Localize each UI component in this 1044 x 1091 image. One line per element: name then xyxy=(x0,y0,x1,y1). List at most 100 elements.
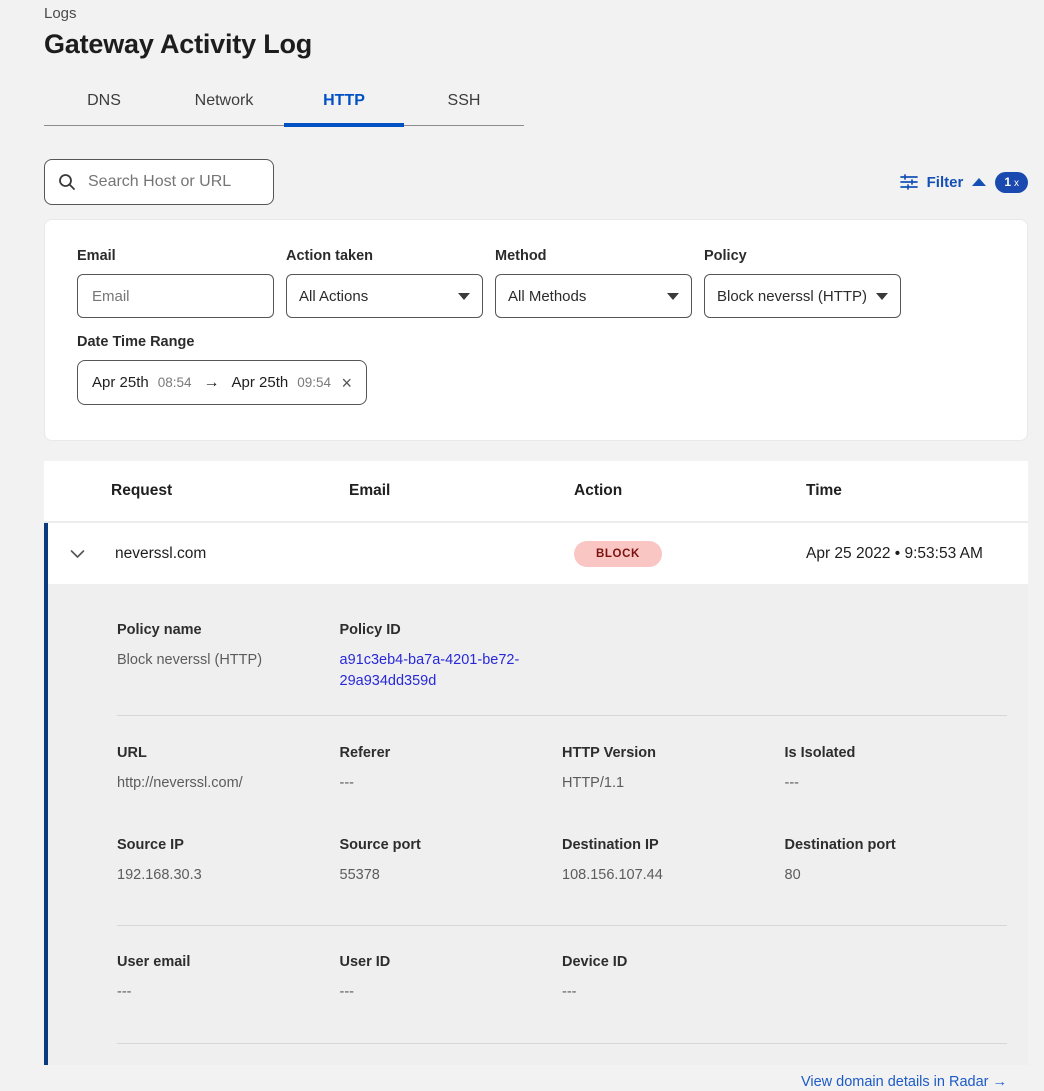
is-isolated-item: Is Isolated --- xyxy=(785,745,1008,794)
tab-network[interactable]: Network xyxy=(164,81,284,125)
user-id-value: --- xyxy=(340,982,563,1003)
section-divider xyxy=(117,925,1007,926)
row-details-panel: Policy name Block neverssl (HTTP) Policy… xyxy=(44,584,1028,1065)
chevron-down-icon xyxy=(876,293,888,300)
method-value: All Methods xyxy=(508,288,586,305)
request-section-row2: Source IP 192.168.30.3 Source port 55378… xyxy=(117,837,1007,886)
http-version-item: HTTP Version HTTP/1.1 xyxy=(562,745,785,794)
email-filter-label: Email xyxy=(77,248,274,264)
row-action: BLOCK xyxy=(574,541,806,567)
policy-label: Policy xyxy=(704,248,901,264)
chevron-down-icon xyxy=(458,293,470,300)
tab-dns[interactable]: DNS xyxy=(44,81,164,125)
page-title: Gateway Activity Log xyxy=(44,29,1028,60)
filter-toggle-button[interactable]: Filter xyxy=(927,174,964,191)
column-header-action: Action xyxy=(574,482,806,500)
date-range-label: Date Time Range xyxy=(77,334,274,350)
action-taken-field: Action taken All Actions xyxy=(286,248,483,318)
breadcrumb[interactable]: Logs xyxy=(44,0,1028,22)
filter-clear-x-icon[interactable]: x xyxy=(1014,178,1019,189)
method-label: Method xyxy=(495,248,692,264)
policy-field: Policy Block neverssl (HTTP) xyxy=(704,248,901,318)
policy-section: Policy name Block neverssl (HTTP) Policy… xyxy=(117,622,1007,692)
search-box[interactable] xyxy=(44,159,274,205)
policy-name-label: Policy name xyxy=(117,622,340,638)
filter-controls: Filter 1x xyxy=(900,172,1028,193)
row-expander[interactable] xyxy=(70,549,111,559)
date-range-picker[interactable]: Apr 25th 08:54 → Apr 25th 09:54 × xyxy=(77,360,367,405)
action-taken-select[interactable]: All Actions xyxy=(286,274,483,318)
policy-id-item: Policy ID a91c3eb4-ba7a-4201-be72-29a934… xyxy=(340,622,563,692)
radar-link[interactable]: View domain details in Radar → xyxy=(801,1074,1007,1090)
user-email-label: User email xyxy=(117,954,340,970)
destination-ip-value: 108.156.107.44 xyxy=(562,865,785,886)
page-content: Logs Gateway Activity Log DNS Network HT… xyxy=(44,0,1028,1065)
filter-panel: Email Action taken All Actions Method Al… xyxy=(44,219,1028,441)
destination-port-item: Destination port 80 xyxy=(785,837,1008,886)
user-email-value: --- xyxy=(117,982,340,1003)
section-divider xyxy=(117,715,1007,716)
destination-port-label: Destination port xyxy=(785,837,1008,853)
search-filter-row: Filter 1x xyxy=(44,159,1028,205)
destination-ip-item: Destination IP 108.156.107.44 xyxy=(562,837,785,886)
email-filter-field: Email xyxy=(77,248,274,318)
filter-count-badge[interactable]: 1x xyxy=(995,172,1028,193)
http-version-label: HTTP Version xyxy=(562,745,785,761)
activity-log-table: Request Email Action Time neverssl.com B… xyxy=(44,461,1028,1065)
policy-id-link[interactable]: a91c3eb4-ba7a-4201-be72-29a934dd359d xyxy=(340,650,563,692)
destination-ip-label: Destination IP xyxy=(562,837,785,853)
start-time[interactable]: 08:54 xyxy=(158,375,192,390)
row-time: Apr 25 2022 • 9:53:53 AM xyxy=(806,545,1028,563)
column-header-email: Email xyxy=(349,482,574,500)
referer-item: Referer --- xyxy=(340,745,563,794)
user-id-item: User ID --- xyxy=(340,954,563,1003)
source-port-item: Source port 55378 xyxy=(340,837,563,886)
section-divider xyxy=(117,1043,1007,1044)
user-id-label: User ID xyxy=(340,954,563,970)
filter-icon xyxy=(900,174,918,190)
search-input[interactable] xyxy=(86,172,260,192)
tab-ssh[interactable]: SSH xyxy=(404,81,524,125)
filter-count: 1 xyxy=(1004,175,1011,189)
policy-value: Block neverssl (HTTP) xyxy=(717,288,867,305)
policy-select[interactable]: Block neverssl (HTTP) xyxy=(704,274,901,318)
referer-label: Referer xyxy=(340,745,563,761)
chevron-down-icon xyxy=(667,293,679,300)
source-port-value: 55378 xyxy=(340,865,563,886)
date-range-clear-icon[interactable]: × xyxy=(341,374,352,392)
method-select[interactable]: All Methods xyxy=(495,274,692,318)
start-date[interactable]: Apr 25th xyxy=(92,374,149,391)
is-isolated-value: --- xyxy=(785,773,1008,794)
device-id-label: Device ID xyxy=(562,954,785,970)
device-id-item: Device ID --- xyxy=(562,954,785,1003)
radar-link-row: View domain details in Radar → xyxy=(117,1073,1007,1091)
request-section-row1: URL http://neverssl.com/ Referer --- HTT… xyxy=(117,745,1007,794)
url-value: http://neverssl.com/ xyxy=(117,773,340,794)
is-isolated-label: Is Isolated xyxy=(785,745,1008,761)
source-ip-label: Source IP xyxy=(117,837,340,853)
table-row[interactable]: neverssl.com BLOCK Apr 25 2022 • 9:53:53… xyxy=(44,523,1028,584)
chevron-up-icon[interactable] xyxy=(972,178,986,186)
policy-name-value: Block neverssl (HTTP) xyxy=(117,650,340,671)
end-time[interactable]: 09:54 xyxy=(297,375,331,390)
user-section: User email --- User ID --- Device ID --- xyxy=(117,954,1007,1003)
referer-value: --- xyxy=(340,773,563,794)
tab-http[interactable]: HTTP xyxy=(284,81,404,125)
device-id-value: --- xyxy=(562,982,785,1003)
url-label: URL xyxy=(117,745,340,761)
table-header-row: Request Email Action Time xyxy=(44,461,1028,523)
method-field: Method All Methods xyxy=(495,248,692,318)
source-ip-value: 192.168.30.3 xyxy=(117,865,340,886)
column-header-request: Request xyxy=(111,482,349,500)
end-date[interactable]: Apr 25th xyxy=(232,374,289,391)
column-header-time: Time xyxy=(806,482,1028,500)
http-version-value: HTTP/1.1 xyxy=(562,773,785,794)
source-port-label: Source port xyxy=(340,837,563,853)
status-badge: BLOCK xyxy=(574,541,662,567)
url-item: URL http://neverssl.com/ xyxy=(117,745,340,794)
email-filter-input[interactable] xyxy=(90,287,261,306)
action-taken-label: Action taken xyxy=(286,248,483,264)
chevron-down-icon xyxy=(70,549,85,559)
user-email-item: User email --- xyxy=(117,954,340,1003)
row-request: neverssl.com xyxy=(111,545,349,563)
